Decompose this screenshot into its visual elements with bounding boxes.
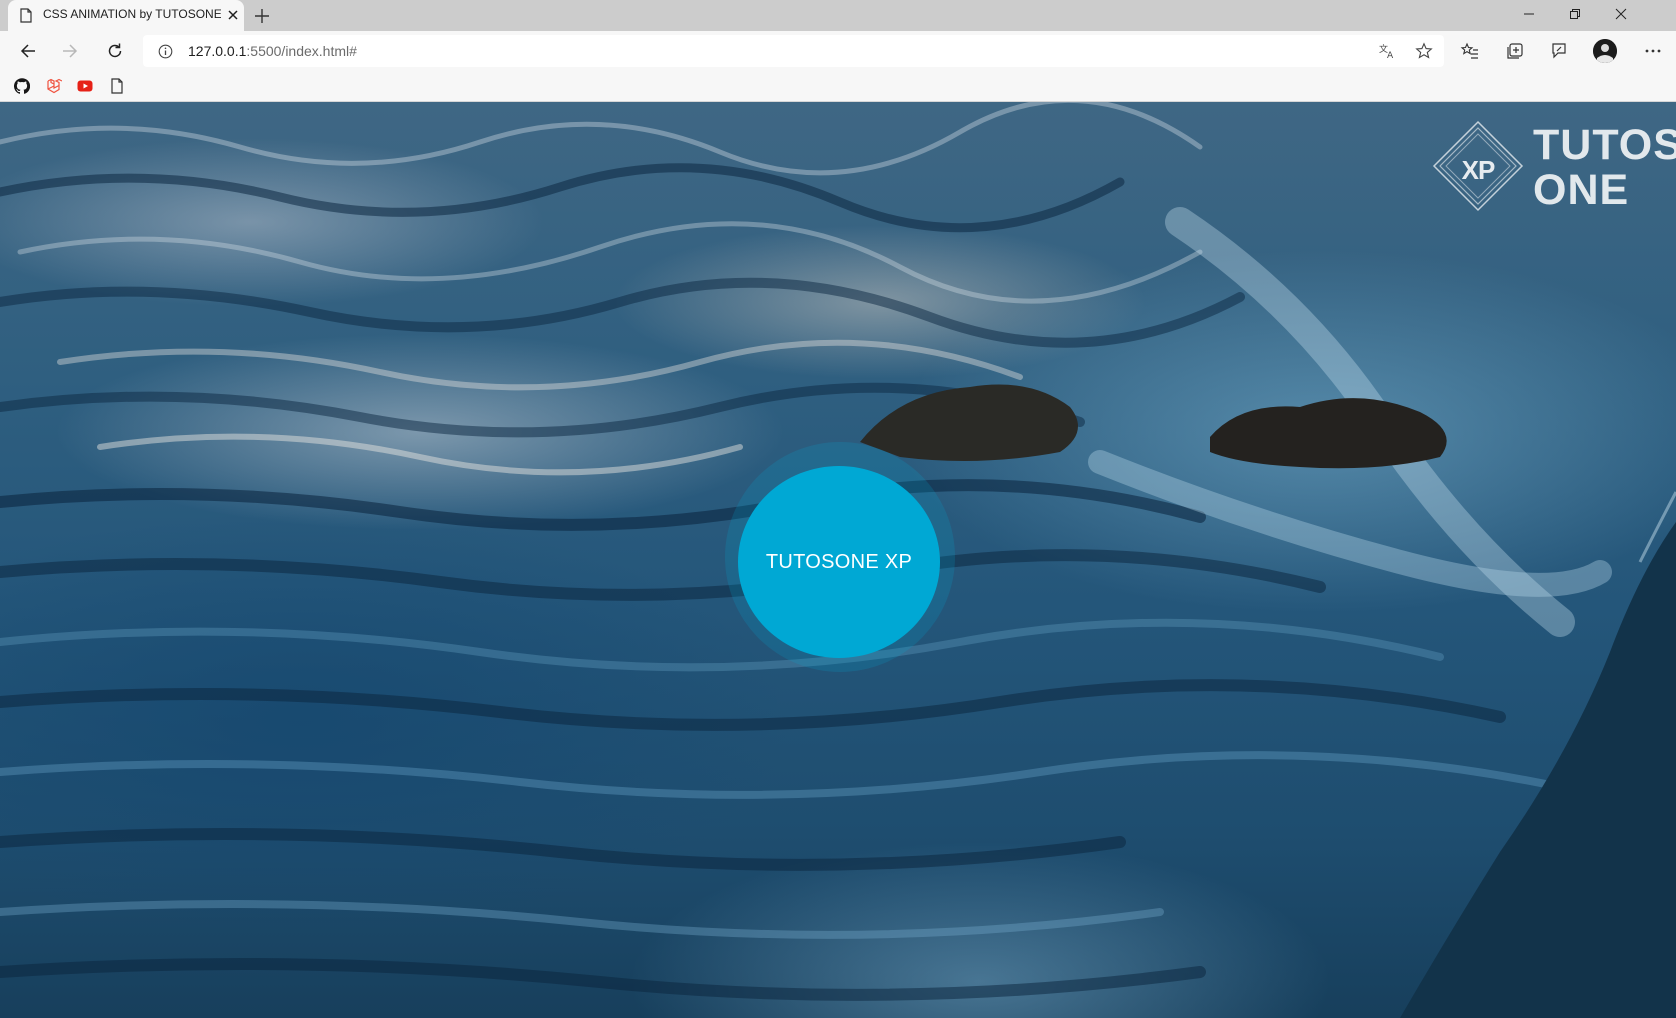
tab-strip: CSS ANIMATION by TUTOSONE XP xyxy=(0,0,1676,31)
logo-line1: TUTOS xyxy=(1533,121,1676,169)
collections-icon[interactable] xyxy=(1505,41,1525,61)
close-icon xyxy=(1615,8,1627,20)
laravel-icon[interactable] xyxy=(46,78,62,94)
close-tab-icon[interactable] xyxy=(225,7,241,23)
profile-avatar[interactable] xyxy=(1593,39,1617,63)
restore-button[interactable] xyxy=(1552,2,1598,26)
info-icon[interactable] xyxy=(158,44,173,59)
feedback-icon[interactable] xyxy=(1549,41,1569,61)
page-viewport: XP TUTOS ONE TUTOSONE XP xyxy=(0,102,1676,1018)
url-text[interactable]: 127.0.0.1:5500/index.html# xyxy=(188,43,357,59)
back-arrow-icon xyxy=(20,44,35,58)
browser-toolbar: 127.0.0.1:5500/index.html# 文 A xyxy=(0,31,1676,71)
logo-line2: ONE xyxy=(1533,166,1630,214)
tutosone-logo: XP TUTOS ONE xyxy=(1428,114,1676,222)
github-icon[interactable] xyxy=(14,78,30,94)
favorites-icon[interactable] xyxy=(1460,41,1480,61)
more-icon[interactable] xyxy=(1643,41,1663,61)
tab-title: CSS ANIMATION by TUTOSONE XP xyxy=(43,7,221,21)
new-tab-icon[interactable] xyxy=(253,7,271,25)
browser-tab[interactable]: CSS ANIMATION by TUTOSONE XP xyxy=(8,0,244,31)
url-host: 127.0.0.1 xyxy=(188,43,247,59)
minimize-button[interactable] xyxy=(1506,2,1552,26)
circle-button-label: TUTOSONE XP xyxy=(765,550,913,573)
profile-icon xyxy=(1593,39,1617,63)
url-path: :5500/index.html# xyxy=(246,43,357,59)
minimize-icon xyxy=(1524,13,1534,15)
rock-wall-image xyxy=(1400,491,1676,1018)
translate-icon[interactable]: 文 A xyxy=(1378,42,1396,60)
favorites-bar xyxy=(0,71,1676,102)
youtube-icon[interactable] xyxy=(77,78,93,94)
logo-badge: XP xyxy=(1461,155,1496,185)
restore-icon xyxy=(1570,9,1580,19)
page-icon xyxy=(20,8,32,23)
close-window-button[interactable] xyxy=(1598,2,1644,26)
back-button[interactable] xyxy=(17,40,39,62)
refresh-button[interactable] xyxy=(104,40,126,62)
star-icon[interactable] xyxy=(1415,42,1433,60)
tutosone-circle-button[interactable]: TUTOSONE XP xyxy=(738,466,940,658)
forward-button[interactable] xyxy=(59,40,81,62)
refresh-icon xyxy=(108,43,122,58)
address-bar[interactable]: 127.0.0.1:5500/index.html# 文 A xyxy=(143,35,1444,67)
forward-arrow-icon xyxy=(63,44,78,58)
page-icon[interactable] xyxy=(109,78,125,94)
svg-text:A: A xyxy=(1387,51,1394,60)
